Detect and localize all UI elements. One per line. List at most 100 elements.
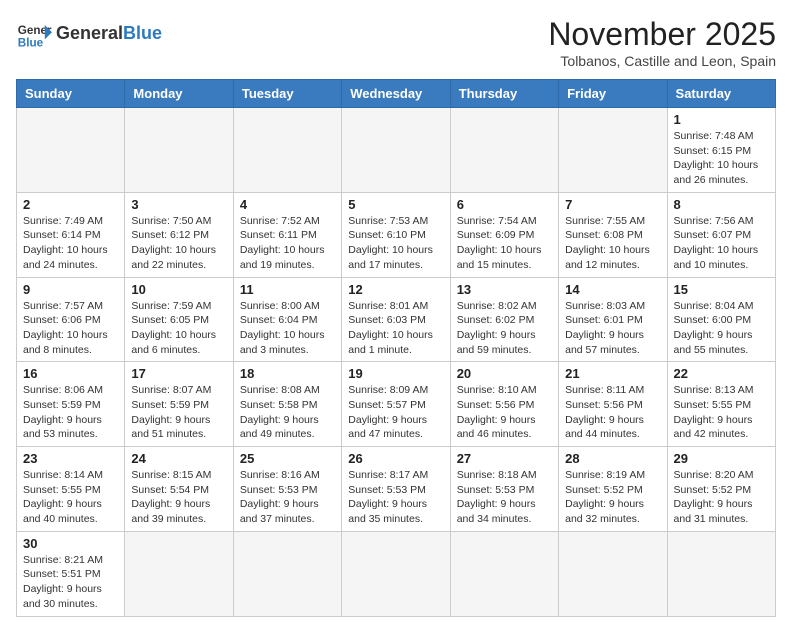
day-info: Sunrise: 7:55 AM Sunset: 6:08 PM Dayligh…: [565, 214, 660, 273]
day-number: 2: [23, 197, 118, 212]
day-number: 28: [565, 451, 660, 466]
weekday-header-sunday: Sunday: [17, 80, 125, 108]
day-number: 22: [674, 366, 769, 381]
day-number: 15: [674, 282, 769, 297]
day-info: Sunrise: 7:57 AM Sunset: 6:06 PM Dayligh…: [23, 299, 118, 358]
calendar-cell: 25Sunrise: 8:16 AM Sunset: 5:53 PM Dayli…: [233, 447, 341, 532]
day-number: 11: [240, 282, 335, 297]
calendar-cell: 8 Sunrise: 7:56 AM Sunset: 6:07 PM Daylig…: [667, 192, 775, 277]
day-info: Sunrise: 7:53 AM Sunset: 6:10 PM Dayligh…: [348, 214, 443, 273]
day-info: Sunrise: 8:10 AM Sunset: 5:56 PM Dayligh…: [457, 383, 552, 442]
calendar-cell: 14 Sunrise: 8:03 AM Sunset: 6:01 PM Dayli…: [559, 277, 667, 362]
calendar-cell: 17Sunrise: 8:07 AM Sunset: 5:59 PM Dayli…: [125, 362, 233, 447]
calendar-week-row: 1Sunrise: 7:48 AM Sunset: 6:15 PM Daylig…: [17, 108, 776, 193]
day-number: 13: [457, 282, 552, 297]
day-number: 26: [348, 451, 443, 466]
weekday-header-row: SundayMondayTuesdayWednesdayThursdayFrid…: [17, 80, 776, 108]
day-info: Sunrise: 7:56 AM Sunset: 6:07 PM Dayligh…: [674, 214, 769, 273]
calendar-cell: 4 Sunrise: 7:52 AM Sunset: 6:11 PM Daylig…: [233, 192, 341, 277]
calendar-cell: 6Sunrise: 7:54 AM Sunset: 6:09 PM Daylig…: [450, 192, 558, 277]
day-number: 21: [565, 366, 660, 381]
day-info: Sunrise: 8:14 AM Sunset: 5:55 PM Dayligh…: [23, 468, 118, 527]
day-info: Sunrise: 8:15 AM Sunset: 5:54 PM Dayligh…: [131, 468, 226, 527]
day-info: Sunrise: 8:01 AM Sunset: 6:03 PM Dayligh…: [348, 299, 443, 358]
day-info: Sunrise: 8:19 AM Sunset: 5:52 PM Dayligh…: [565, 468, 660, 527]
day-number: 25: [240, 451, 335, 466]
calendar-cell: 12 Sunrise: 8:01 AM Sunset: 6:03 PM Dayli…: [342, 277, 450, 362]
day-info: Sunrise: 8:06 AM Sunset: 5:59 PM Dayligh…: [23, 383, 118, 442]
calendar-cell: [125, 531, 233, 616]
day-info: Sunrise: 7:49 AM Sunset: 6:14 PM Dayligh…: [23, 214, 118, 273]
day-number: 18: [240, 366, 335, 381]
logo-general-text: General: [56, 23, 123, 43]
day-number: 16: [23, 366, 118, 381]
calendar-week-row: 30Sunrise: 8:21 AM Sunset: 5:51 PM Dayli…: [17, 531, 776, 616]
calendar-cell: 29Sunrise: 8:20 AM Sunset: 5:52 PM Dayli…: [667, 447, 775, 532]
day-number: 9: [23, 282, 118, 297]
day-info: Sunrise: 8:11 AM Sunset: 5:56 PM Dayligh…: [565, 383, 660, 442]
day-number: 4: [240, 197, 335, 212]
day-info: Sunrise: 7:50 AM Sunset: 6:12 PM Dayligh…: [131, 214, 226, 273]
svg-text:Blue: Blue: [18, 37, 44, 50]
calendar-cell: [233, 108, 341, 193]
day-info: Sunrise: 8:09 AM Sunset: 5:57 PM Dayligh…: [348, 383, 443, 442]
calendar-cell: 5 Sunrise: 7:53 AM Sunset: 6:10 PM Daylig…: [342, 192, 450, 277]
day-info: Sunrise: 7:48 AM Sunset: 6:15 PM Dayligh…: [674, 129, 769, 188]
day-info: Sunrise: 8:00 AM Sunset: 6:04 PM Dayligh…: [240, 299, 335, 358]
day-number: 27: [457, 451, 552, 466]
calendar-cell: [450, 108, 558, 193]
day-number: 10: [131, 282, 226, 297]
weekday-header-friday: Friday: [559, 80, 667, 108]
calendar-cell: 18 Sunrise: 8:08 AM Sunset: 5:58 PM Dayli…: [233, 362, 341, 447]
logo-blue-text: Blue: [123, 23, 162, 43]
calendar-cell: 13Sunrise: 8:02 AM Sunset: 6:02 PM Dayli…: [450, 277, 558, 362]
calendar-cell: 23 Sunrise: 8:14 AM Sunset: 5:55 PM Dayli…: [17, 447, 125, 532]
calendar-cell: [450, 531, 558, 616]
calendar-cell: 26 Sunrise: 8:17 AM Sunset: 5:53 PM Dayli…: [342, 447, 450, 532]
day-number: 7: [565, 197, 660, 212]
calendar-cell: 28 Sunrise: 8:19 AM Sunset: 5:52 PM Dayli…: [559, 447, 667, 532]
day-info: Sunrise: 8:04 AM Sunset: 6:00 PM Dayligh…: [674, 299, 769, 358]
weekday-header-tuesday: Tuesday: [233, 80, 341, 108]
location-subtitle: Tolbanos, Castille and Leon, Spain: [548, 53, 776, 69]
calendar-week-row: 2 Sunrise: 7:49 AM Sunset: 6:14 PM Daylig…: [17, 192, 776, 277]
day-info: Sunrise: 8:08 AM Sunset: 5:58 PM Dayligh…: [240, 383, 335, 442]
calendar-cell: [342, 531, 450, 616]
weekday-header-wednesday: Wednesday: [342, 80, 450, 108]
calendar-cell: [667, 531, 775, 616]
day-number: 5: [348, 197, 443, 212]
day-info: Sunrise: 8:21 AM Sunset: 5:51 PM Dayligh…: [23, 553, 118, 612]
day-number: 8: [674, 197, 769, 212]
day-number: 19: [348, 366, 443, 381]
day-info: Sunrise: 8:13 AM Sunset: 5:55 PM Dayligh…: [674, 383, 769, 442]
calendar-cell: [559, 531, 667, 616]
day-number: 14: [565, 282, 660, 297]
calendar-cell: 1Sunrise: 7:48 AM Sunset: 6:15 PM Daylig…: [667, 108, 775, 193]
day-info: Sunrise: 8:03 AM Sunset: 6:01 PM Dayligh…: [565, 299, 660, 358]
day-info: Sunrise: 7:52 AM Sunset: 6:11 PM Dayligh…: [240, 214, 335, 273]
logo: General Blue GeneralBlue: [16, 16, 162, 52]
calendar-cell: [17, 108, 125, 193]
calendar-week-row: 9 Sunrise: 7:57 AM Sunset: 6:06 PM Daylig…: [17, 277, 776, 362]
calendar-cell: 11 Sunrise: 8:00 AM Sunset: 6:04 PM Dayli…: [233, 277, 341, 362]
day-number: 23: [23, 451, 118, 466]
day-number: 29: [674, 451, 769, 466]
day-number: 3: [131, 197, 226, 212]
calendar-cell: 16 Sunrise: 8:06 AM Sunset: 5:59 PM Dayli…: [17, 362, 125, 447]
day-number: 24: [131, 451, 226, 466]
calendar-cell: [342, 108, 450, 193]
calendar-cell: [125, 108, 233, 193]
calendar-cell: [559, 108, 667, 193]
calendar-cell: 10Sunrise: 7:59 AM Sunset: 6:05 PM Dayli…: [125, 277, 233, 362]
day-info: Sunrise: 8:17 AM Sunset: 5:53 PM Dayligh…: [348, 468, 443, 527]
calendar: SundayMondayTuesdayWednesdayThursdayFrid…: [16, 79, 776, 617]
calendar-week-row: 16 Sunrise: 8:06 AM Sunset: 5:59 PM Dayli…: [17, 362, 776, 447]
weekday-header-thursday: Thursday: [450, 80, 558, 108]
calendar-week-row: 23 Sunrise: 8:14 AM Sunset: 5:55 PM Dayli…: [17, 447, 776, 532]
day-number: 12: [348, 282, 443, 297]
weekday-header-monday: Monday: [125, 80, 233, 108]
day-info: Sunrise: 8:18 AM Sunset: 5:53 PM Dayligh…: [457, 468, 552, 527]
day-number: 6: [457, 197, 552, 212]
weekday-header-saturday: Saturday: [667, 80, 775, 108]
month-title: November 2025: [548, 16, 776, 53]
